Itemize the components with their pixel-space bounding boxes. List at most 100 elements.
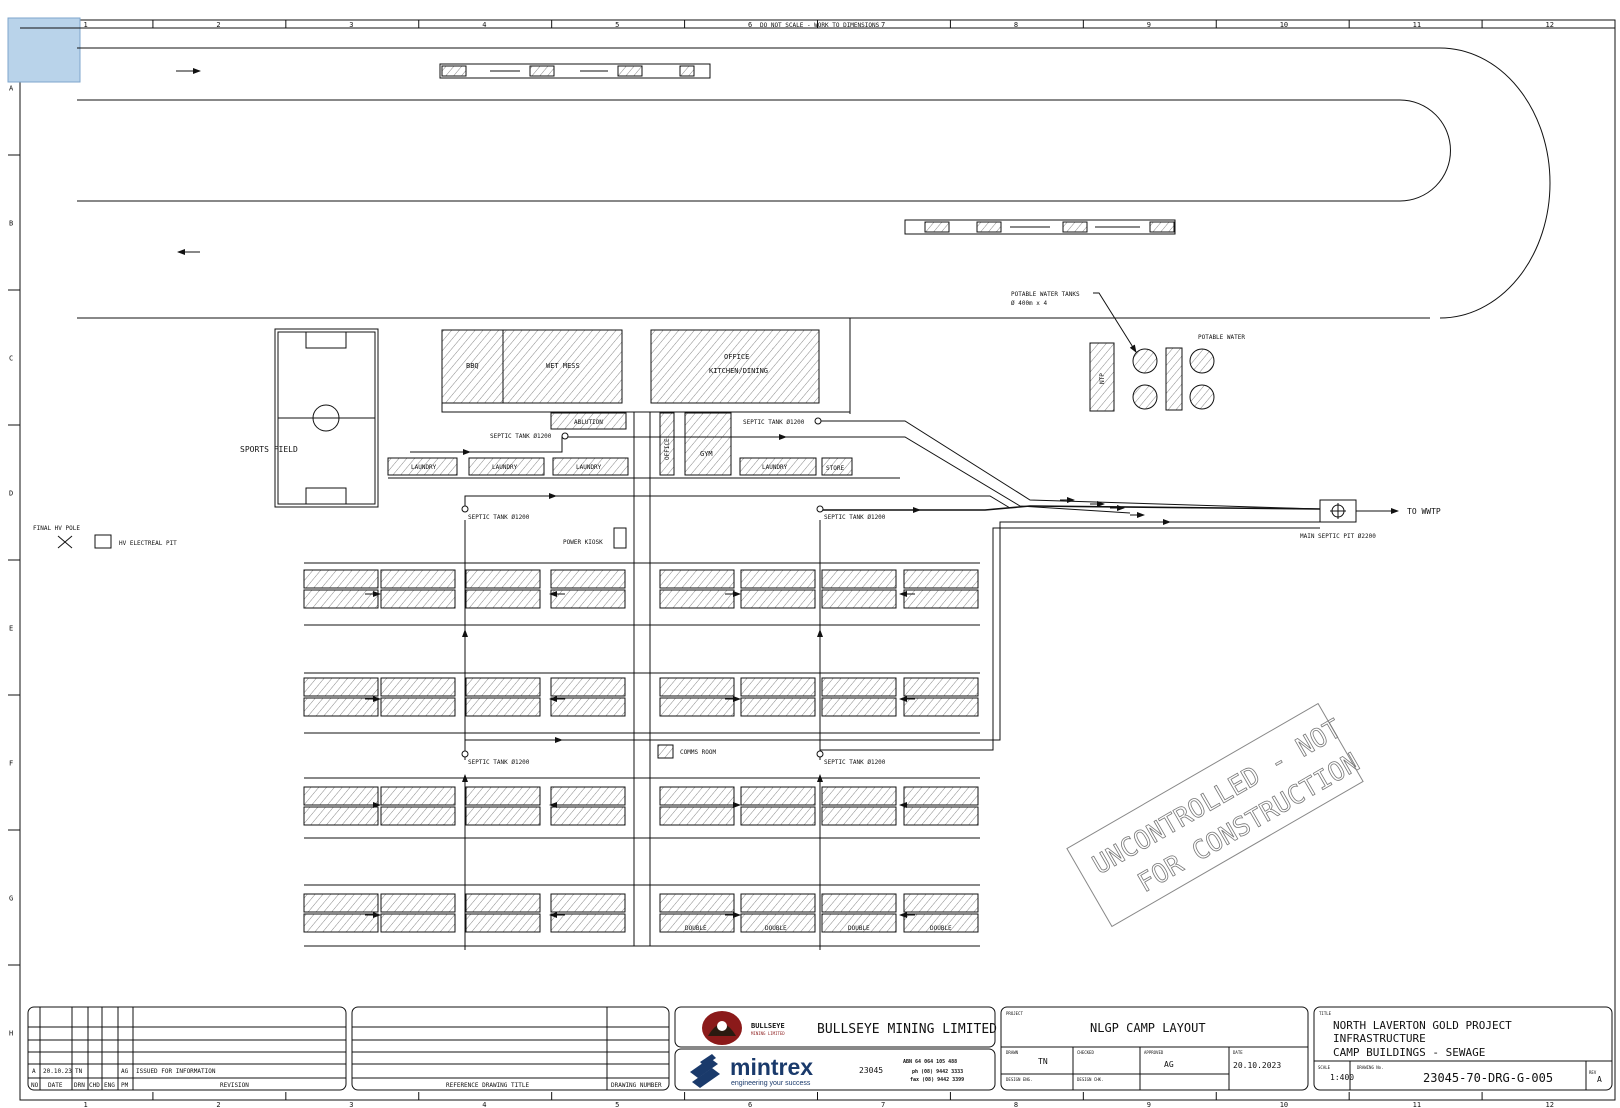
client-name: BULLSEYE MINING LIMITED bbox=[817, 1022, 997, 1037]
septic-tank-label-4: SEPTIC TANK Ø1200 bbox=[824, 514, 886, 521]
project-block bbox=[1000, 1006, 1309, 1091]
road-lighting-top bbox=[439, 63, 711, 79]
drawing-number-header: DRAWING NUMBER bbox=[611, 1082, 662, 1089]
septic-tank-label-5: SEPTIC TANK Ø1200 bbox=[468, 759, 530, 766]
laundry-label-3: LAUNDRY bbox=[576, 464, 602, 471]
rev-description: ISSUED FOR INFORMATION bbox=[136, 1068, 216, 1075]
accommodation-unit bbox=[740, 893, 816, 913]
accommodation-unit bbox=[821, 677, 897, 697]
rev-label: REV bbox=[1589, 1070, 1597, 1075]
accommodation-unit bbox=[550, 786, 626, 806]
accommodation-unit bbox=[303, 806, 379, 826]
design-chk-label: DESIGN CHK. bbox=[1077, 1077, 1104, 1082]
grid-reference-frame: 112233445566778899101011111212ABCDEFGH bbox=[8, 20, 1615, 1108]
accommodation-unit bbox=[380, 697, 456, 717]
accommodation-unit bbox=[550, 893, 626, 913]
issue-date: 20.10.2023 bbox=[1233, 1061, 1281, 1070]
main-septic-pit-label: MAIN SEPTIC PIT Ø2200 bbox=[1300, 533, 1376, 540]
rev-hdr-pm: PM bbox=[121, 1082, 129, 1089]
grid-row-label: B bbox=[9, 220, 13, 228]
grid-row-label: F bbox=[9, 760, 13, 768]
accommodation-unit bbox=[550, 569, 626, 589]
septic-tank-label-1: SEPTIC TANK Ø1200 bbox=[490, 433, 552, 440]
accommodation-unit bbox=[903, 697, 979, 717]
grid-col-label-bottom: 7 bbox=[881, 1101, 885, 1108]
accommodation-unit bbox=[821, 589, 897, 609]
design-eng-label: DESIGN ENG. bbox=[1006, 1077, 1033, 1082]
accommodation-unit bbox=[903, 677, 979, 697]
accommodation-unit bbox=[659, 677, 735, 697]
rev-hdr-no: NO bbox=[31, 1082, 39, 1089]
potable-water-label: POTABLE WATER bbox=[1198, 334, 1245, 341]
gym-label: GYM bbox=[700, 450, 713, 458]
laundry-label-2: LAUNDRY bbox=[492, 464, 518, 471]
accommodation-unit bbox=[740, 569, 816, 589]
accommodation-unit bbox=[303, 697, 379, 717]
sports-field-label: SPORTS FIELD bbox=[240, 445, 298, 454]
consultant-logo: mintrex bbox=[730, 1054, 813, 1080]
rev-value: A bbox=[1597, 1075, 1602, 1084]
date-label: DATE bbox=[1233, 1050, 1243, 1055]
double-label-1: DOUBLE bbox=[685, 925, 707, 932]
rev-hdr-revision: REVISION bbox=[220, 1082, 249, 1089]
grid-col-label-bottom: 2 bbox=[216, 1101, 220, 1108]
road-lighting-mid bbox=[904, 219, 1176, 235]
accommodation-unit bbox=[380, 806, 456, 826]
accommodation-unit bbox=[465, 893, 541, 913]
project-name: NLGP CAMP LAYOUT bbox=[1090, 1021, 1206, 1035]
grid-col-label-bottom: 4 bbox=[482, 1101, 486, 1108]
grid-row-label: H bbox=[9, 1030, 13, 1038]
accommodation-unit bbox=[465, 677, 541, 697]
grid-col-label-bottom: 1 bbox=[83, 1101, 87, 1108]
reference-title-header: REFERENCE DRAWING TITLE bbox=[446, 1082, 529, 1089]
double-label-2: DOUBLE bbox=[765, 925, 787, 932]
septic-tank-label-2: SEPTIC TANK Ø1200 bbox=[743, 419, 805, 426]
accommodation-unit bbox=[740, 786, 816, 806]
potable-water-tanks-label: POTABLE WATER TANKS bbox=[1011, 291, 1080, 298]
laundry-label-1: LAUNDRY bbox=[411, 464, 437, 471]
title-line-1: NORTH LAVERTON GOLD PROJECT bbox=[1333, 1019, 1512, 1032]
grid-row-label: E bbox=[9, 625, 13, 633]
accommodation-unit bbox=[465, 697, 541, 717]
accommodation-unit bbox=[659, 697, 735, 717]
grid-row-label: C bbox=[9, 355, 13, 363]
scale-note: DO NOT SCALE - WORK TO DIMENSIONS bbox=[760, 22, 880, 29]
accommodation-unit bbox=[903, 589, 979, 609]
final-hv-pole-label: FINAL HV POLE bbox=[33, 525, 80, 532]
store-label: STORE bbox=[826, 465, 844, 472]
septic-tank-label-6: SEPTIC TANK Ø1200 bbox=[824, 759, 886, 766]
main-septic-pit bbox=[1319, 499, 1357, 523]
accommodation-unit bbox=[303, 677, 379, 697]
accommodation-unit bbox=[550, 677, 626, 697]
accommodation-unit bbox=[465, 589, 541, 609]
revision-table bbox=[27, 1006, 347, 1091]
accommodation-unit bbox=[821, 569, 897, 589]
title-line-2: INFRASTRUCTURE bbox=[1333, 1032, 1426, 1045]
drawing-border bbox=[19, 19, 1616, 1101]
grid-col-label-bottom: 11 bbox=[1413, 1101, 1421, 1108]
rev-hdr-date: DATE bbox=[48, 1082, 63, 1089]
accommodation-unit bbox=[821, 806, 897, 826]
rev-hdr-eng: ENG bbox=[104, 1082, 115, 1089]
laundry-label-4: LAUNDRY bbox=[762, 464, 788, 471]
project-label: PROJECT bbox=[1006, 1011, 1023, 1016]
grid-row-label: A bbox=[9, 85, 14, 93]
accommodation-unit bbox=[821, 697, 897, 717]
accommodation-unit bbox=[903, 893, 979, 913]
accommodation-unit bbox=[550, 806, 626, 826]
wet-mess-label: WET MESS bbox=[546, 362, 580, 370]
accommodation-unit bbox=[659, 569, 735, 589]
accommodation-unit bbox=[659, 589, 735, 609]
accommodation-unit bbox=[465, 806, 541, 826]
accommodation-unit bbox=[903, 786, 979, 806]
bbq-label: BBQ bbox=[466, 362, 479, 370]
accommodation-unit bbox=[465, 786, 541, 806]
accommodation-unit bbox=[550, 697, 626, 717]
accommodation-unit bbox=[380, 893, 456, 913]
kitchen-dining-label: KITCHEN/DINING bbox=[709, 367, 768, 375]
accommodation-unit bbox=[465, 913, 541, 933]
grid-col-label-bottom: 5 bbox=[615, 1101, 619, 1108]
grid-col-label-bottom: 10 bbox=[1280, 1101, 1288, 1108]
accommodation-unit bbox=[659, 806, 735, 826]
office-label: OFFICE bbox=[724, 353, 749, 361]
